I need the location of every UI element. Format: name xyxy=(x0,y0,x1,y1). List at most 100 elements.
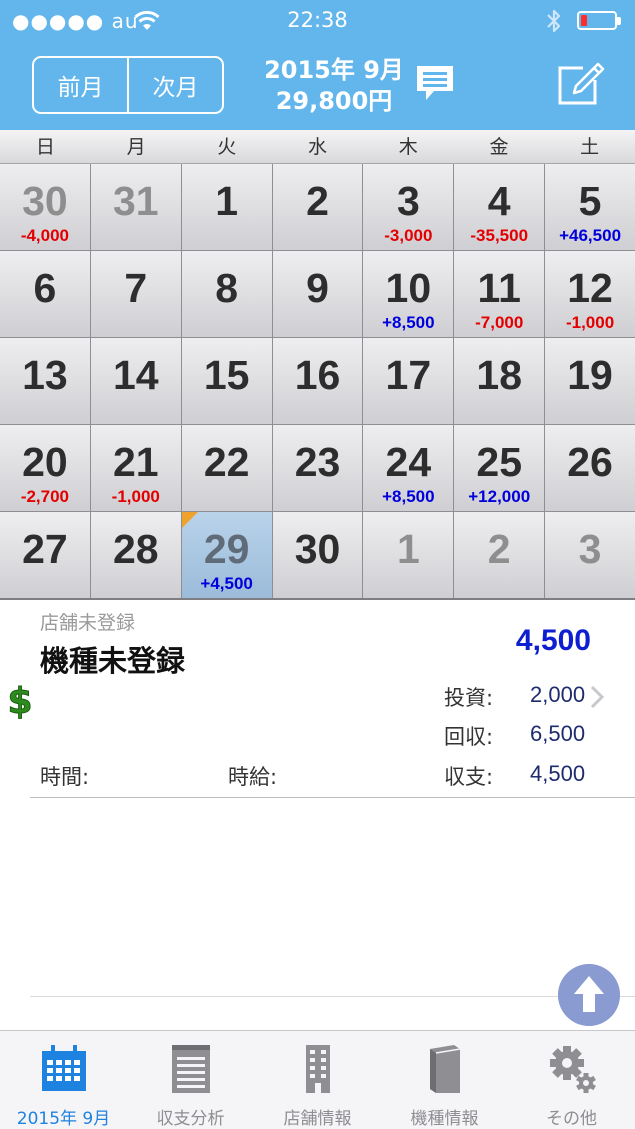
calendar-day[interactable]: 14 xyxy=(90,338,181,424)
day-amount: +8,500 xyxy=(382,487,435,506)
divider xyxy=(30,996,635,997)
month-segmented-control: 前月 次月 xyxy=(32,56,224,114)
calendar-day[interactable]: 25 +12,000 xyxy=(454,425,545,511)
calendar-day[interactable]: 1 xyxy=(363,512,454,598)
day-detail[interactable]: 店舗未登録 機種未登録 4,500 $ 投資: 2,000 回収: 6,500 … xyxy=(0,600,635,800)
compose-icon[interactable] xyxy=(556,60,606,106)
tab-model-info[interactable]: 機種情報 xyxy=(381,1031,508,1129)
calendar-day[interactable]: 24 +8,500 xyxy=(363,425,454,511)
gear-icon xyxy=(549,1046,596,1093)
scroll-top-button[interactable] xyxy=(558,964,620,1026)
bluetooth-icon xyxy=(547,9,561,33)
calendar-day[interactable]: 3 xyxy=(545,512,635,598)
tab-analysis[interactable]: 収支分析 xyxy=(127,1031,254,1129)
next-month-button[interactable]: 次月 xyxy=(127,58,222,112)
weekday-sat: 土 xyxy=(580,136,600,158)
weekday-header: 日 月 火 水 木 金 土 xyxy=(0,130,635,164)
weekday-wed: 水 xyxy=(308,136,328,158)
day-amount: -1,000 xyxy=(565,313,615,332)
calendar-day[interactable]: 10 +8,500 xyxy=(363,251,454,337)
invest-label: 投資: xyxy=(444,686,494,710)
wage-label: 時給: xyxy=(228,765,278,789)
weekday-sun: 日 xyxy=(35,136,55,158)
tab-other[interactable]: その他 xyxy=(508,1031,635,1129)
calendar-day[interactable]: 20 -2,700 xyxy=(0,425,90,511)
calendar-day[interactable]: 23 xyxy=(272,425,363,511)
calendar-day[interactable]: 9 xyxy=(272,251,363,337)
calendar-day[interactable]: 12 -1,000 xyxy=(545,251,635,337)
calendar-day[interactable]: 28 xyxy=(90,512,181,598)
calendar-day[interactable]: 19 xyxy=(545,338,635,424)
day-number: 25 xyxy=(476,439,523,485)
day-number: 1 xyxy=(396,526,420,572)
day-number: 20 xyxy=(22,439,68,485)
month-total: 29,800円 xyxy=(275,87,393,115)
divider xyxy=(30,797,635,798)
calendar-day[interactable]: 27 xyxy=(0,512,90,598)
day-number: 15 xyxy=(203,352,250,398)
day-number: 10 xyxy=(385,265,432,311)
calendar-day[interactable]: 13 xyxy=(0,338,90,424)
balance-value: 4,500 xyxy=(530,761,586,786)
tab-calendar[interactable]: 2015年 9月 xyxy=(0,1031,127,1129)
day-number: 12 xyxy=(567,265,613,311)
weekday-tue: 火 xyxy=(217,136,237,158)
tab-shop-info[interactable]: 店舗情報 xyxy=(254,1031,381,1129)
day-number: 28 xyxy=(112,526,159,572)
day-number: 29 xyxy=(203,526,250,572)
balance-label: 収支: xyxy=(444,765,494,789)
calendar-day[interactable]: 18 xyxy=(454,338,545,424)
recover-value: 6,500 xyxy=(530,721,586,746)
balance-row: 収支: 4,500 xyxy=(444,761,585,791)
calendar-day[interactable]: 2 xyxy=(272,164,363,250)
calendar-day[interactable]: 16 xyxy=(272,338,363,424)
calendar-day[interactable]: 15 xyxy=(181,338,272,424)
day-number: 3 xyxy=(578,526,602,572)
calendar-day-selected[interactable]: 29 +4,500 xyxy=(181,512,272,598)
calendar-day[interactable]: 5 +46,500 xyxy=(545,164,635,250)
day-amount: -4,000 xyxy=(20,226,70,245)
invest-row: 投資: 2,000 xyxy=(444,682,585,712)
day-amount: +8,500 xyxy=(382,313,435,332)
calendar-day[interactable]: 22 xyxy=(181,425,272,511)
day-number: 24 xyxy=(385,439,432,485)
calendar-day[interactable]: 30 -4,000 xyxy=(0,164,90,250)
calendar-day[interactable]: 3 -3,000 xyxy=(363,164,454,250)
prev-month-button[interactable]: 前月 xyxy=(34,58,127,112)
day-number: 27 xyxy=(22,526,68,572)
month-summary: 2015年 9月 29,800円 xyxy=(234,55,434,117)
book-icon xyxy=(429,1045,460,1093)
day-number: 16 xyxy=(294,352,341,398)
calendar-day[interactable]: 30 xyxy=(272,512,363,598)
calendar-day[interactable]: 17 xyxy=(363,338,454,424)
calendar-day[interactable]: 2 xyxy=(454,512,545,598)
weekday-mon: 月 xyxy=(126,136,146,158)
current-month-title: 2015年 9月 xyxy=(264,56,404,84)
calendar-day[interactable]: 11 -7,000 xyxy=(454,251,545,337)
memo-icon[interactable] xyxy=(414,62,456,104)
calendar-day[interactable]: 21 -1,000 xyxy=(90,425,181,511)
svg-text:$: $ xyxy=(7,681,32,720)
day-number: 2 xyxy=(487,526,511,572)
day-number: 2 xyxy=(306,178,329,224)
tab-label: 2015年 9月 xyxy=(16,1109,111,1129)
notepad-icon xyxy=(171,1045,210,1093)
calendar-day[interactable]: 31 xyxy=(90,164,181,250)
day-amount: +4,500 xyxy=(200,574,253,593)
calendar-icon xyxy=(41,1045,86,1091)
calendar-day[interactable]: 1 xyxy=(181,164,272,250)
calendar-grid: 30 -4,000 31 1 2 3 -3,000 4 -35,500 5 +46,500 6 7 8 9 1… xyxy=(0,164,635,600)
calendar-day[interactable]: 7 xyxy=(90,251,181,337)
calendar-day[interactable]: 8 xyxy=(181,251,272,337)
day-amount: -3,000 xyxy=(384,226,433,245)
weekday-thu: 木 xyxy=(398,136,418,158)
weekday-fri: 金 xyxy=(489,136,509,158)
recover-row: 回収: 6,500 xyxy=(444,721,585,751)
day-amount: +46,500 xyxy=(559,226,622,245)
calendar-day[interactable]: 4 -35,500 xyxy=(454,164,545,250)
chevron-right-icon[interactable] xyxy=(588,684,606,710)
tab-label: 機種情報 xyxy=(410,1109,479,1129)
status-time: 22:38 xyxy=(287,8,348,32)
calendar-day[interactable]: 26 xyxy=(545,425,635,511)
calendar-day[interactable]: 6 xyxy=(0,251,90,337)
